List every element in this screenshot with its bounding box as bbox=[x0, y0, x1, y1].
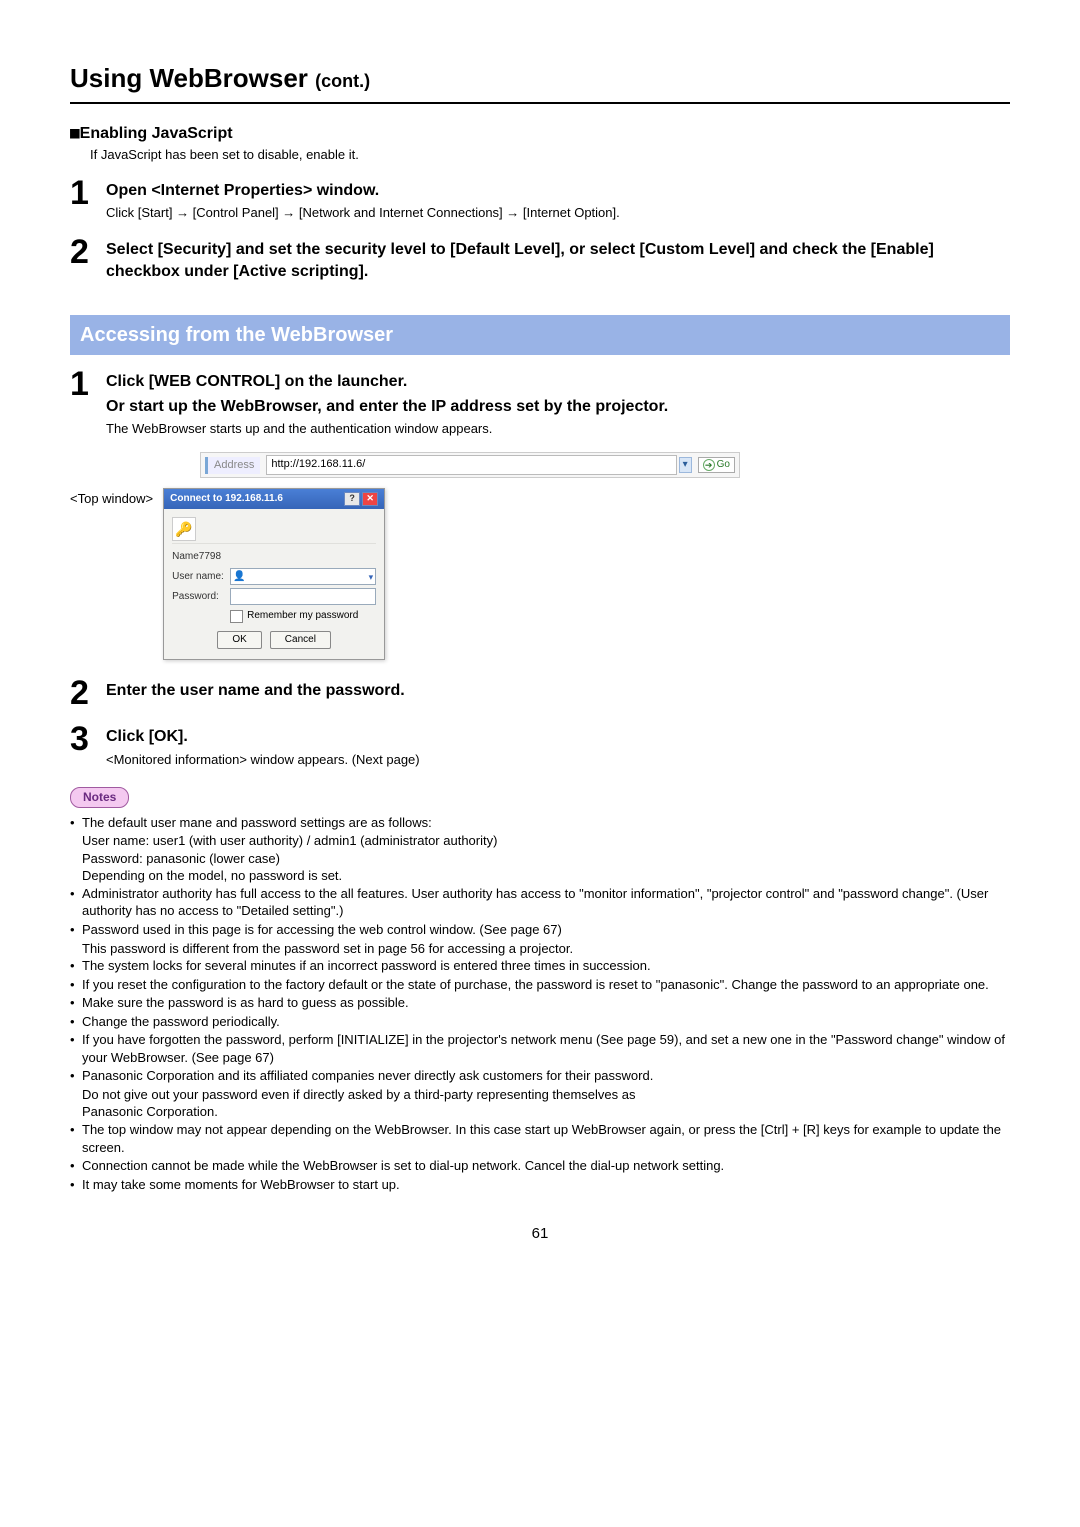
subhead-enable-js: ■Enabling JavaScript bbox=[70, 122, 1010, 145]
remember-checkbox[interactable] bbox=[230, 610, 243, 623]
address-input[interactable]: http://192.168.11.6/ bbox=[266, 455, 676, 475]
step-number: 2 bbox=[70, 676, 106, 710]
step-body: Click [OK]. <Monitored information> wind… bbox=[106, 722, 1010, 769]
note-text: Depending on the model, no password is s… bbox=[82, 867, 1010, 885]
note-text: The system locks for several minutes if … bbox=[82, 957, 1010, 975]
page-title: Using WebBrowser (cont.) bbox=[70, 60, 1010, 96]
screenshot-row: <Top window> Connect to 192.168.11.6 ? ✕… bbox=[70, 488, 1010, 660]
note-text: The default user mane and password setti… bbox=[82, 814, 1010, 832]
step-heading-line1: Click [WEB CONTROL] on the launcher. bbox=[106, 371, 1010, 393]
help-icon[interactable]: ? bbox=[344, 492, 360, 506]
note-text: Password: panasonic (lower case) bbox=[82, 850, 1010, 868]
note-text: It may take some moments for WebBrowser … bbox=[82, 1176, 1010, 1194]
note-text: User name: user1 (with user authority) /… bbox=[82, 832, 1010, 850]
step-body: Enter the user name and the password. bbox=[106, 676, 1010, 704]
section-banner: Accessing from the WebBrowser bbox=[70, 315, 1010, 355]
close-icon[interactable]: ✕ bbox=[362, 492, 378, 506]
dialog-site-name: Name7798 bbox=[172, 550, 376, 564]
step-desc: The WebBrowser starts up and the authent… bbox=[106, 420, 1010, 438]
step-heading: Open <Internet Properties> window. bbox=[106, 180, 1010, 202]
note-text: If you reset the configuration to the fa… bbox=[82, 976, 1010, 994]
note-text: Panasonic Corporation and its affiliated… bbox=[82, 1067, 1010, 1085]
user-icon: 👤 bbox=[233, 570, 245, 584]
go-arrow-icon: ➔ bbox=[703, 459, 715, 471]
note-text: Do not give out your password even if di… bbox=[82, 1086, 1010, 1104]
dialog-title: Connect to 192.168.11.6 bbox=[170, 492, 283, 506]
dialog-titlebar: Connect to 192.168.11.6 ? ✕ bbox=[164, 489, 384, 509]
step-b3: 3 Click [OK]. <Monitored information> wi… bbox=[70, 722, 1010, 769]
notes-badge: Notes bbox=[70, 787, 129, 808]
dialog-body: 🔑 Name7798 User name: 👤 ▾ Password: Reme… bbox=[164, 509, 384, 659]
title-main: Using WebBrowser bbox=[70, 63, 315, 93]
auth-dialog: Connect to 192.168.11.6 ? ✕ 🔑 Name7798 U… bbox=[163, 488, 385, 660]
note-text: This password is different from the pass… bbox=[82, 940, 1010, 958]
step-desc: Click [Start] → [Control Panel] → [Netwo… bbox=[106, 204, 1010, 222]
top-window-label: <Top window> bbox=[70, 490, 153, 508]
step-number: 1 bbox=[70, 367, 106, 401]
note-text: Connection cannot be made while the WebB… bbox=[82, 1157, 1010, 1175]
step-body: Click [WEB CONTROL] on the launcher. Or … bbox=[106, 367, 1010, 438]
password-label: Password: bbox=[172, 590, 230, 604]
page-number: 61 bbox=[70, 1223, 1010, 1244]
address-bar: Address http://192.168.11.6/ ▾ ➔ Go bbox=[200, 452, 740, 478]
step-desc: <Monitored information> window appears. … bbox=[106, 751, 1010, 769]
step-heading-line2: Or start up the WebBrowser, and enter th… bbox=[106, 396, 1010, 418]
step-body: Select [Security] and set the security l… bbox=[106, 235, 1010, 286]
cancel-button[interactable]: Cancel bbox=[270, 631, 331, 649]
titlebar-buttons: ? ✕ bbox=[344, 492, 378, 506]
title-rule bbox=[70, 102, 1010, 104]
step-number: 2 bbox=[70, 235, 106, 269]
step-number: 1 bbox=[70, 176, 106, 210]
step-heading: Click [OK]. bbox=[106, 726, 1010, 748]
note-text: If you have forgotten the password, perf… bbox=[82, 1031, 1010, 1066]
note-text: Administrator authority has full access … bbox=[82, 885, 1010, 920]
remember-row: Remember my password bbox=[230, 609, 376, 623]
go-label: Go bbox=[717, 458, 730, 472]
password-field[interactable] bbox=[230, 588, 376, 605]
remember-label: Remember my password bbox=[247, 609, 358, 623]
step-heading: Select [Security] and set the security l… bbox=[106, 239, 1010, 284]
subhead-text: Enabling JavaScript bbox=[80, 125, 233, 142]
step-b1: 1 Click [WEB CONTROL] on the launcher. O… bbox=[70, 367, 1010, 438]
step-heading: Enter the user name and the password. bbox=[106, 680, 1010, 702]
note-text: The top window may not appear depending … bbox=[82, 1121, 1010, 1156]
step-b2: 2 Enter the user name and the password. bbox=[70, 676, 1010, 710]
username-row: User name: 👤 ▾ bbox=[172, 568, 376, 585]
note-text: Password used in this page is for access… bbox=[82, 921, 1010, 939]
dialog-buttons: OK Cancel bbox=[172, 631, 376, 649]
note-text: Change the password periodically. bbox=[82, 1013, 1010, 1031]
password-row: Password: bbox=[172, 588, 376, 605]
step-number: 3 bbox=[70, 722, 106, 756]
step-a1: 1 Open <Internet Properties> window. Cli… bbox=[70, 176, 1010, 223]
note-text: Panasonic Corporation. bbox=[82, 1103, 1010, 1121]
address-dropdown-icon[interactable]: ▾ bbox=[679, 457, 692, 473]
square-bullet: ■ bbox=[70, 123, 80, 142]
username-label: User name: bbox=[172, 570, 230, 584]
step-body: Open <Internet Properties> window. Click… bbox=[106, 176, 1010, 223]
go-button[interactable]: ➔ Go bbox=[698, 457, 735, 473]
username-field[interactable]: 👤 ▾ bbox=[230, 568, 376, 585]
notes-list: •The default user mane and password sett… bbox=[70, 814, 1010, 1193]
dialog-header-graphic: 🔑 bbox=[172, 515, 376, 544]
keys-icon: 🔑 bbox=[172, 517, 196, 541]
title-cont: (cont.) bbox=[315, 71, 370, 91]
enable-js-desc: If JavaScript has been set to disable, e… bbox=[90, 146, 1010, 164]
note-text: Make sure the password is as hard to gue… bbox=[82, 994, 1010, 1012]
ok-button[interactable]: OK bbox=[217, 631, 261, 649]
chevron-down-icon[interactable]: ▾ bbox=[369, 571, 374, 584]
address-label: Address bbox=[205, 457, 260, 474]
step-a2: 2 Select [Security] and set the security… bbox=[70, 235, 1010, 286]
